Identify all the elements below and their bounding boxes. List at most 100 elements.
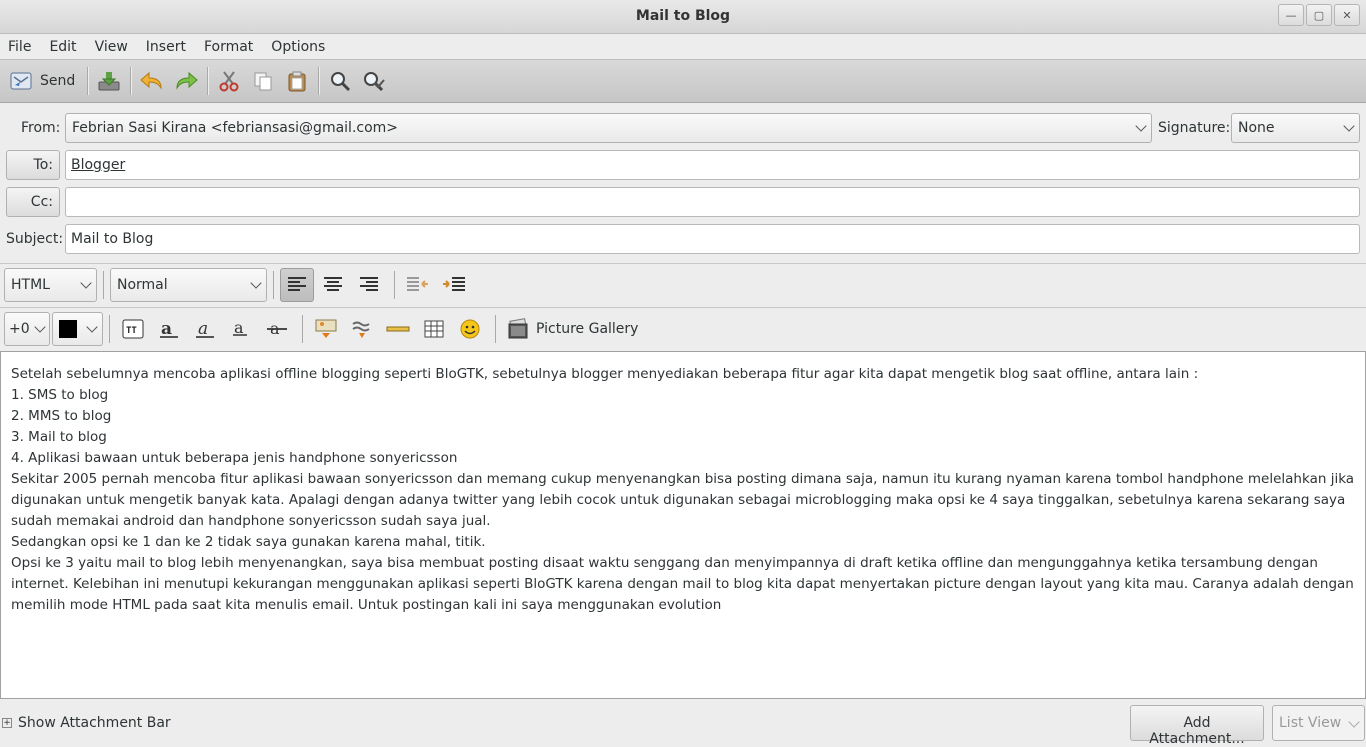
text-color-swatch [59, 319, 77, 338]
redo-button[interactable] [169, 64, 203, 98]
paragraph-style-value: Normal [117, 276, 168, 293]
body-paragraph: Sekitar 2005 pernah mencoba fitur aplika… [11, 471, 1355, 529]
view-mode-select[interactable]: List View [1272, 705, 1365, 741]
format-toolbar: HTML Normal [0, 263, 1366, 305]
show-attachment-bar-label: Show Attachment Bar [18, 715, 171, 731]
underline-button[interactable]: a [224, 312, 258, 346]
paste-button[interactable] [280, 64, 314, 98]
show-attachment-bar-toggle[interactable]: + Show Attachment Bar [2, 715, 171, 731]
insert-image-icon [315, 319, 337, 338]
picture-gallery-icon [508, 317, 528, 338]
teletype-button[interactable]: TT [116, 312, 150, 346]
format-separator [103, 270, 104, 299]
redo-icon [176, 71, 199, 90]
copy-icon [254, 72, 272, 91]
format-separator [394, 270, 395, 299]
insert-image-button[interactable] [309, 312, 343, 346]
chevron-down-icon [1135, 120, 1147, 132]
indent-button[interactable] [437, 268, 471, 302]
table-icon [424, 320, 444, 337]
undo-button[interactable] [135, 64, 169, 98]
cc-field[interactable] [65, 187, 1360, 217]
strikethrough-button[interactable]: a [260, 312, 294, 346]
minimize-button[interactable]: — [1278, 4, 1304, 26]
italic-icon: a [196, 319, 214, 339]
toolbar-separator [87, 67, 89, 95]
format-separator [273, 270, 274, 299]
bold-button[interactable]: a [152, 312, 186, 346]
menu-edit[interactable]: Edit [49, 39, 76, 55]
body-paragraph: Opsi ke 3 yaitu mail to blog lebih menye… [11, 555, 1354, 613]
body-paragraph: 2. MMS to blog [11, 408, 112, 424]
text-color-button[interactable] [52, 311, 103, 346]
find-replace-button[interactable] [357, 64, 391, 98]
save-draft-button[interactable] [92, 64, 126, 98]
to-recipient: Blogger [71, 157, 126, 173]
message-body-editor[interactable]: Setelah sebelumnya mencoba aplikasi offl… [0, 351, 1366, 699]
paste-icon [288, 71, 306, 92]
send-button[interactable]: Send [6, 64, 83, 98]
toolbar-separator [207, 67, 209, 95]
cc-label: Cc: [30, 194, 53, 210]
add-attachment-button[interactable]: Add Attachment... [1130, 705, 1264, 747]
paragraph-style-select[interactable]: Normal [110, 267, 267, 302]
font-toolbar: +0 TT a a a a Picture Gallery [0, 307, 1366, 349]
insert-link-button[interactable] [345, 312, 379, 346]
menu-file[interactable]: File [8, 39, 31, 55]
format-separator [302, 314, 303, 343]
subject-label: Subject: [6, 231, 64, 247]
outdent-button[interactable] [401, 268, 435, 302]
signature-select[interactable]: None [1231, 113, 1360, 143]
main-toolbar: Send [0, 59, 1366, 103]
cut-button[interactable] [212, 64, 246, 98]
align-left-button[interactable] [280, 267, 314, 302]
send-label: Send [40, 73, 76, 89]
chevron-down-icon [80, 276, 92, 289]
picture-gallery-button[interactable]: Picture Gallery [502, 312, 642, 346]
align-left-icon [288, 276, 306, 291]
subject-field[interactable]: Mail to Blog [65, 224, 1360, 254]
cc-button[interactable]: Cc: [6, 187, 60, 217]
to-label: To: [33, 157, 53, 173]
view-mode-value: List View [1279, 715, 1342, 731]
body-paragraph: 4. Aplikasi bawaan untuk beberapa jenis … [11, 450, 458, 466]
insert-table-button[interactable] [417, 312, 451, 346]
align-center-button[interactable] [316, 268, 350, 302]
close-button[interactable]: ✕ [1334, 4, 1360, 26]
body-paragraph: Setelah sebelumnya mencoba aplikasi offl… [11, 366, 1199, 382]
from-select[interactable]: Febrian Sasi Kirana <febriansasi@gmail.c… [65, 113, 1152, 143]
strikethrough-icon: a [267, 319, 287, 338]
find-button[interactable] [323, 64, 357, 98]
insert-emoticon-button[interactable] [453, 312, 487, 346]
to-button[interactable]: To: [6, 150, 60, 180]
window-title: Mail to Blog [635, 8, 731, 24]
chevron-down-icon [1343, 120, 1355, 132]
bold-icon: a [160, 319, 178, 339]
italic-button[interactable]: a [188, 312, 222, 346]
menu-insert[interactable]: Insert [146, 39, 186, 55]
menu-view[interactable]: View [95, 39, 128, 55]
maximize-button[interactable]: ▢ [1306, 4, 1332, 26]
menu-options[interactable]: Options [271, 39, 325, 55]
underline-icon: a [233, 319, 247, 337]
menu-format[interactable]: Format [204, 39, 253, 55]
insert-rule-button[interactable] [381, 312, 415, 346]
format-separator [109, 314, 110, 343]
align-right-button[interactable] [352, 268, 386, 302]
align-right-icon [360, 276, 378, 291]
body-paragraph: Sedangkan opsi ke 1 dan ke 2 tidak saya … [11, 534, 486, 550]
to-field[interactable]: Blogger [65, 150, 1360, 180]
attachment-bar: + Show Attachment Bar Add Attachment... … [0, 704, 1366, 747]
picture-gallery-label: Picture Gallery [536, 320, 639, 337]
copy-button[interactable] [246, 64, 280, 98]
signature-value: None [1238, 120, 1275, 136]
send-icon [10, 72, 32, 90]
cut-icon [219, 71, 239, 92]
teletype-icon: TT [122, 319, 144, 338]
font-size-select[interactable]: +0 [4, 311, 50, 346]
outdent-icon [407, 276, 428, 291]
horizontal-rule-icon [386, 326, 410, 331]
chevron-down-icon [34, 320, 46, 333]
editor-mode-select[interactable]: HTML [4, 267, 97, 302]
save-draft-icon [98, 72, 120, 91]
